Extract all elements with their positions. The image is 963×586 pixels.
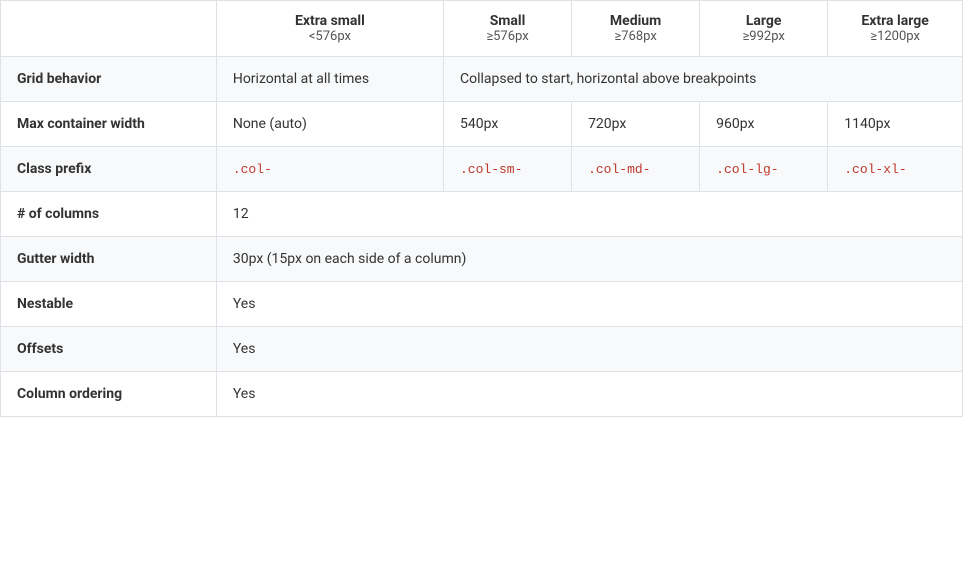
table-cell: 720px <box>572 102 700 147</box>
table-row: Column orderingYes <box>1 372 963 417</box>
table-cell: 30px (15px on each side of a column) <box>216 237 962 282</box>
table-cell: 540px <box>443 102 571 147</box>
row-label: Grid behavior <box>1 57 217 102</box>
table-row: Gutter width30px (15px on each side of a… <box>1 237 963 282</box>
grid-table-wrapper: Extra small <576px Small ≥576px Medium ≥… <box>0 0 963 417</box>
table-cell: 1140px <box>828 102 963 147</box>
table-cell: .col-xl- <box>828 147 963 192</box>
row-label: Max container width <box>1 102 217 147</box>
row-label: Nestable <box>1 282 217 327</box>
header-col-sm: Small ≥576px <box>443 1 571 57</box>
table-cell: .col-lg- <box>700 147 828 192</box>
row-label: # of columns <box>1 192 217 237</box>
table-row: Grid behaviorHorizontal at all timesColl… <box>1 57 963 102</box>
grid-table: Extra small <576px Small ≥576px Medium ≥… <box>0 0 963 417</box>
row-label: Gutter width <box>1 237 217 282</box>
table-cell: 12 <box>216 192 962 237</box>
table-cell: .col-sm- <box>443 147 571 192</box>
table-cell: None (auto) <box>216 102 443 147</box>
header-empty-col <box>1 1 217 57</box>
table-cell: 960px <box>700 102 828 147</box>
table-cell: .col-md- <box>572 147 700 192</box>
row-label: Column ordering <box>1 372 217 417</box>
table-row: Max container widthNone (auto)540px720px… <box>1 102 963 147</box>
table-cell: Yes <box>216 327 962 372</box>
table-cell: Collapsed to start, horizontal above bre… <box>443 57 962 102</box>
header-col-xs: Extra small <576px <box>216 1 443 57</box>
table-cell: Yes <box>216 282 962 327</box>
header-col-xl: Extra large ≥1200px <box>828 1 963 57</box>
row-label: Class prefix <box>1 147 217 192</box>
header-col-lg: Large ≥992px <box>700 1 828 57</box>
row-label: Offsets <box>1 327 217 372</box>
table-row: NestableYes <box>1 282 963 327</box>
table-cell: Horizontal at all times <box>216 57 443 102</box>
table-cell: .col- <box>216 147 443 192</box>
table-row: OffsetsYes <box>1 327 963 372</box>
table-cell: Yes <box>216 372 962 417</box>
header-col-md: Medium ≥768px <box>572 1 700 57</box>
table-row: # of columns12 <box>1 192 963 237</box>
table-row: Class prefix.col-.col-sm-.col-md-.col-lg… <box>1 147 963 192</box>
